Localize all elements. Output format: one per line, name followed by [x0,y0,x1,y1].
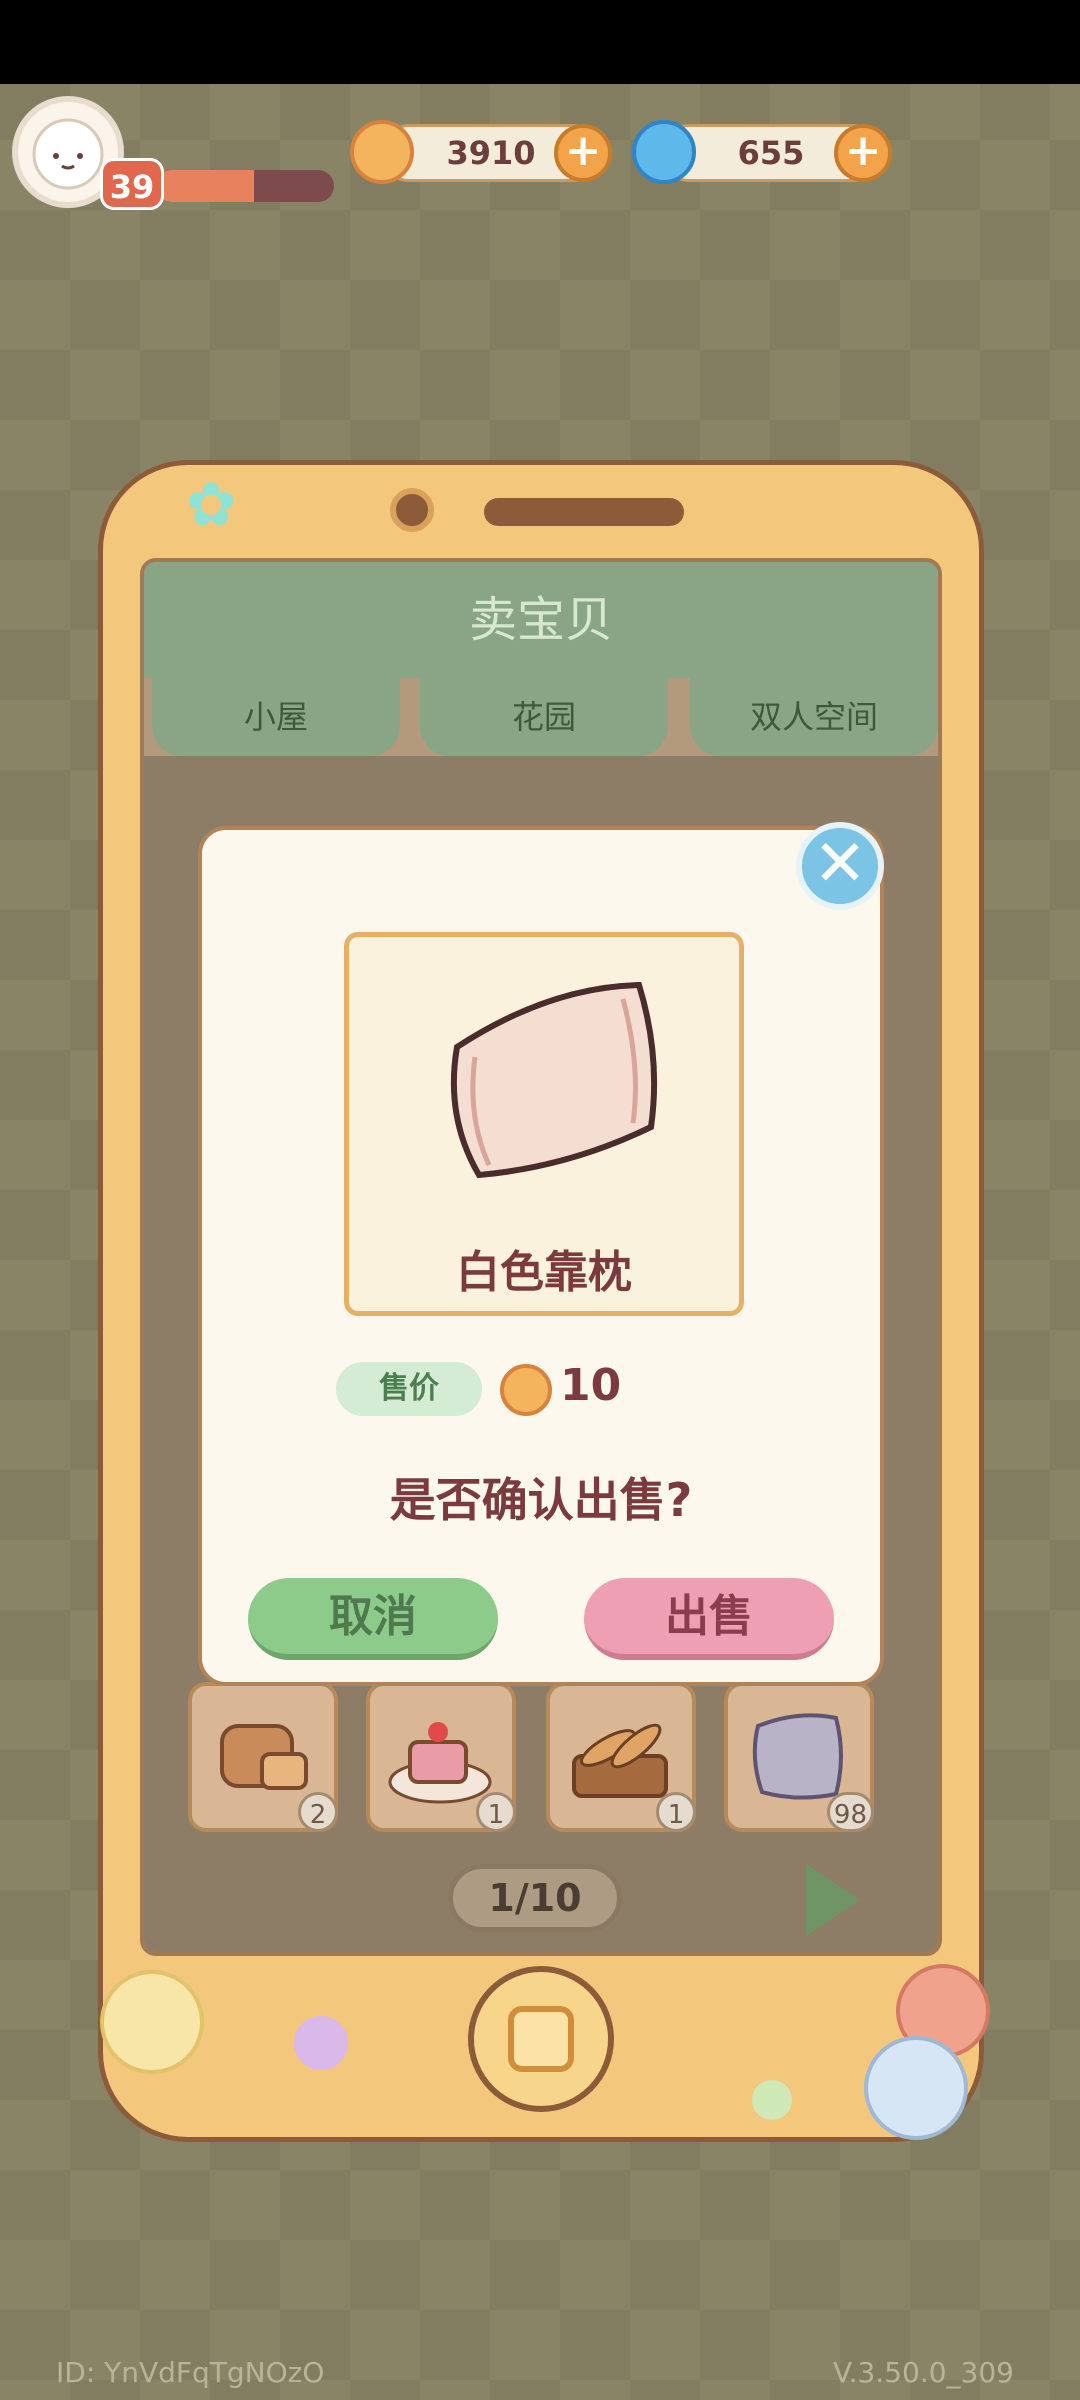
coin-icon [500,1364,552,1416]
tab-couple-space[interactable]: 双人空间 [690,678,938,756]
app-version: V.3.50.0_309 [833,2356,1014,2389]
player-id: ID: YnVdFqTgNOzO [56,2356,325,2389]
price-label: 售价 [336,1362,482,1416]
inventory-slot[interactable]: 1 [546,1682,696,1832]
home-button[interactable] [468,1966,614,2112]
butterfly-icon: ✿ [186,470,237,540]
page-indicator: 1/10 [448,1864,622,1932]
inventory-slot[interactable]: 98 [724,1682,874,1832]
inventory-slot[interactable]: 2 [188,1682,338,1832]
add-gems-button[interactable]: + [834,124,892,182]
level-badge: 39 [100,158,164,210]
tab-garden[interactable]: 花园 [420,678,668,756]
item-count: 2 [298,1792,338,1832]
inventory-slot[interactable]: 1 [366,1682,516,1832]
yellow-rose-icon [100,1970,204,2074]
item-count: 98 [826,1792,874,1832]
home-square-icon [508,2006,574,2072]
green-flower-icon [752,2080,792,2120]
cancel-button[interactable]: 取消 [248,1578,498,1660]
coin-icon [350,120,414,184]
status-bar [0,0,1080,84]
close-button[interactable]: ✕ [796,822,884,910]
item-count: 1 [656,1792,696,1832]
white-pillow-icon [450,981,658,1179]
screen-title: 卖宝贝 [144,562,938,678]
phone-camera [390,488,434,532]
sell-button[interactable]: 出售 [584,1578,834,1660]
spiral-gem-icon [632,120,696,184]
purple-flower-icon [294,2016,348,2070]
phone-speaker [484,498,684,526]
tab-house[interactable]: 小屋 [152,678,400,756]
item-count: 1 [476,1792,516,1832]
price-value: 10 [560,1360,622,1411]
confirm-question: 是否确认出售? [389,1473,693,1527]
next-page-arrow-icon[interactable] [806,1864,860,1936]
xp-fill [156,170,254,202]
add-coins-button[interactable]: + [554,124,612,182]
xp-bar [156,170,334,202]
blue-rose-icon [864,2036,968,2140]
item-name: 白色靠枕 [456,1247,632,1298]
